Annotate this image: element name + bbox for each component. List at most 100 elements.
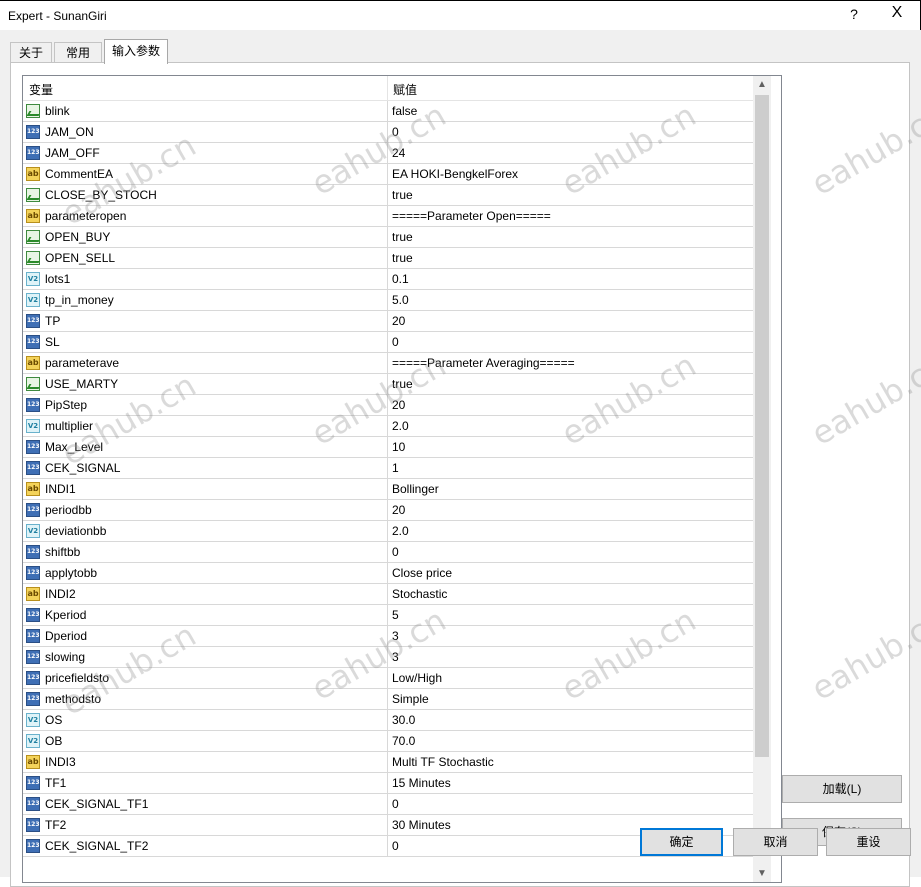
table-row[interactable]: 123 applytobb Close price	[23, 563, 753, 584]
table-row[interactable]: V2 multiplier 2.0	[23, 416, 753, 437]
variable-cell[interactable]: ab parameterave	[23, 353, 388, 373]
table-row[interactable]: 123 pricefieldsto Low/High	[23, 668, 753, 689]
value-cell[interactable]: 0.1	[392, 272, 409, 286]
value-cell[interactable]: true	[392, 188, 413, 202]
value-cell[interactable]: 3	[392, 650, 399, 664]
table-row[interactable]: ab CommentEA EA HOKI-BengkelForex	[23, 164, 753, 185]
variable-cell[interactable]: 123 shiftbb	[23, 542, 388, 562]
value-cell[interactable]: 0	[392, 545, 399, 559]
value-cell[interactable]: 20	[392, 503, 405, 517]
table-row[interactable]: 123 periodbb 20	[23, 500, 753, 521]
table-row[interactable]: CLOSE_BY_STOCH true	[23, 185, 753, 206]
value-cell[interactable]: 2.0	[392, 419, 409, 433]
value-cell[interactable]: 5.0	[392, 293, 409, 307]
variable-cell[interactable]: 123 TF1	[23, 773, 388, 793]
table-row[interactable]: 123 CEK_SIGNAL_TF1 0	[23, 794, 753, 815]
variable-cell[interactable]: 123 slowing	[23, 647, 388, 667]
table-row[interactable]: 123 PipStep 20	[23, 395, 753, 416]
close-button[interactable]: X	[886, 4, 908, 22]
variable-cell[interactable]: 123 Dperiod	[23, 626, 388, 646]
vertical-scrollbar[interactable]: ▲ ▼	[753, 76, 771, 882]
tab-inputs[interactable]: 输入参数	[104, 39, 168, 64]
variable-cell[interactable]: V2 OB	[23, 731, 388, 751]
column-header-variable[interactable]: 变量	[29, 81, 53, 98]
table-row[interactable]: 123 Max_Level 10	[23, 437, 753, 458]
value-cell[interactable]: 70.0	[392, 734, 415, 748]
variable-cell[interactable]: 123 JAM_OFF	[23, 143, 388, 163]
value-cell[interactable]: true	[392, 251, 413, 265]
variable-cell[interactable]: OPEN_BUY	[23, 227, 388, 247]
value-cell[interactable]: 5	[392, 608, 399, 622]
variable-cell[interactable]: 123 CEK_SIGNAL	[23, 458, 388, 478]
value-cell[interactable]: 0	[392, 125, 399, 139]
table-row[interactable]: 123 SL 0	[23, 332, 753, 353]
value-cell[interactable]: 30 Minutes	[392, 818, 451, 832]
table-row[interactable]: 123 JAM_OFF 24	[23, 143, 753, 164]
value-cell[interactable]: 1	[392, 461, 399, 475]
scroll-up-icon[interactable]: ▲	[753, 76, 771, 93]
value-cell[interactable]: 24	[392, 146, 405, 160]
table-row[interactable]: ab INDI3 Multi TF Stochastic	[23, 752, 753, 773]
value-cell[interactable]: 20	[392, 314, 405, 328]
table-row[interactable]: ab parameteropen =====Parameter Open=====	[23, 206, 753, 227]
tab-common[interactable]: 常用	[54, 42, 102, 63]
ok-button[interactable]: 确定	[640, 828, 723, 856]
value-cell[interactable]: 2.0	[392, 524, 409, 538]
table-row[interactable]: V2 deviationbb 2.0	[23, 521, 753, 542]
table-row[interactable]: 123 shiftbb 0	[23, 542, 753, 563]
table-row[interactable]: 123 JAM_ON 0	[23, 122, 753, 143]
variable-cell[interactable]: ab parameteropen	[23, 206, 388, 226]
variable-cell[interactable]: 123 CEK_SIGNAL_TF2	[23, 836, 388, 856]
table-row[interactable]: USE_MARTY true	[23, 374, 753, 395]
value-cell[interactable]: EA HOKI-BengkelForex	[392, 167, 518, 181]
table-row[interactable]: 123 slowing 3	[23, 647, 753, 668]
variable-cell[interactable]: ab INDI3	[23, 752, 388, 772]
value-cell[interactable]: Bollinger	[392, 482, 439, 496]
table-row[interactable]: 123 TF1 15 Minutes	[23, 773, 753, 794]
help-button[interactable]: ?	[846, 6, 862, 22]
variable-cell[interactable]: 123 methodsto	[23, 689, 388, 709]
variable-cell[interactable]: V2 deviationbb	[23, 521, 388, 541]
value-cell[interactable]: Stochastic	[392, 587, 447, 601]
table-row[interactable]: OPEN_SELL true	[23, 248, 753, 269]
variable-cell[interactable]: 123 PipStep	[23, 395, 388, 415]
value-cell[interactable]: 0	[392, 839, 399, 853]
value-cell[interactable]: true	[392, 377, 413, 391]
table-row[interactable]: 123 Dperiod 3	[23, 626, 753, 647]
variable-cell[interactable]: blink	[23, 101, 388, 121]
table-row[interactable]: V2 OS 30.0	[23, 710, 753, 731]
table-row[interactable]: OPEN_BUY true	[23, 227, 753, 248]
value-cell[interactable]: 0	[392, 335, 399, 349]
variable-cell[interactable]: ab INDI2	[23, 584, 388, 604]
value-cell[interactable]: Low/High	[392, 671, 442, 685]
value-cell[interactable]: Close price	[392, 566, 452, 580]
cancel-button[interactable]: 取消	[733, 828, 818, 856]
value-cell[interactable]: 15 Minutes	[392, 776, 451, 790]
variable-cell[interactable]: V2 lots1	[23, 269, 388, 289]
table-row[interactable]: ab parameterave =====Parameter Averaging==…	[23, 353, 753, 374]
variable-cell[interactable]: 123 pricefieldsto	[23, 668, 388, 688]
table-row[interactable]: ab INDI2 Stochastic	[23, 584, 753, 605]
variable-cell[interactable]: ab CommentEA	[23, 164, 388, 184]
value-cell[interactable]: Multi TF Stochastic	[392, 755, 494, 769]
reset-button[interactable]: 重设	[826, 828, 911, 856]
scroll-down-icon[interactable]: ▼	[753, 865, 771, 882]
value-cell[interactable]: =====Parameter Averaging=====	[392, 356, 575, 370]
variable-cell[interactable]: USE_MARTY	[23, 374, 388, 394]
table-row[interactable]: 123 methodsto Simple	[23, 689, 753, 710]
value-cell[interactable]: 20	[392, 398, 405, 412]
table-row[interactable]: 123 TP 20	[23, 311, 753, 332]
value-cell[interactable]: =====Parameter Open=====	[392, 209, 551, 223]
value-cell[interactable]: 10	[392, 440, 405, 454]
table-row[interactable]: V2 OB 70.0	[23, 731, 753, 752]
variable-cell[interactable]: 123 periodbb	[23, 500, 388, 520]
table-row[interactable]: 123 Kperiod 5	[23, 605, 753, 626]
variable-cell[interactable]: 123 SL	[23, 332, 388, 352]
value-cell[interactable]: true	[392, 230, 413, 244]
value-cell[interactable]: 30.0	[392, 713, 415, 727]
variable-cell[interactable]: 123 JAM_ON	[23, 122, 388, 142]
column-divider[interactable]	[387, 76, 388, 101]
table-row[interactable]: V2 lots1 0.1	[23, 269, 753, 290]
variable-cell[interactable]: 123 CEK_SIGNAL_TF1	[23, 794, 388, 814]
variable-cell[interactable]: 123 Max_Level	[23, 437, 388, 457]
